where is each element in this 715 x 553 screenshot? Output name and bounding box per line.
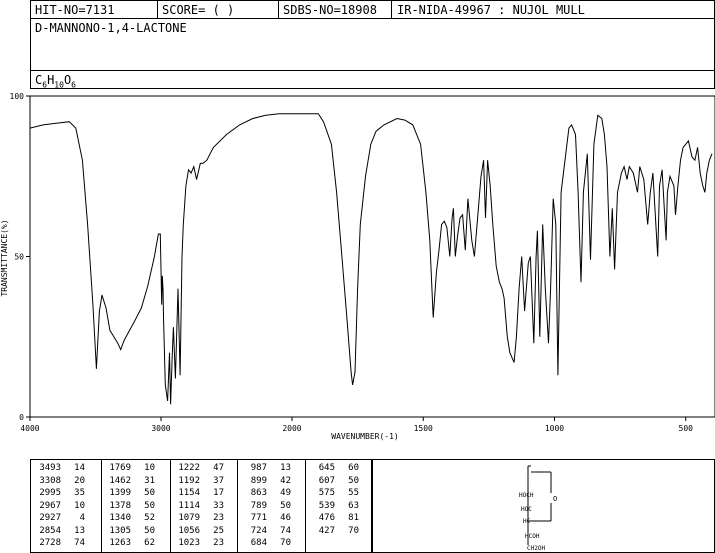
peak-transmittance: 31 [144, 475, 155, 486]
peak-wavenumber: 2854 [39, 525, 61, 536]
peak-wavenumber: 1056 [178, 525, 200, 536]
structure-label: HOC [521, 506, 532, 513]
peak-transmittance: 74 [280, 525, 291, 536]
peak-wavenumber: 2967 [39, 500, 61, 511]
peak-transmittance: 33 [213, 500, 224, 511]
peak-transmittance: 81 [348, 513, 359, 523]
y-axis-label: TRANSMITTANCE(%) [0, 219, 9, 296]
peak-wavenumber: 1340 [109, 513, 131, 523]
peak-wavenumber: 1399 [109, 488, 131, 498]
peak-col-divider [101, 460, 102, 552]
peak-transmittance: 52 [144, 513, 155, 523]
peak-transmittance: 63 [348, 500, 359, 511]
peak-wavenumber: 1114 [178, 500, 200, 511]
structure-box: O HOCH HOC HC HCOH CH2OH [372, 459, 715, 553]
x-tick-label: 2000 [282, 424, 301, 433]
structure-label: O [553, 495, 557, 503]
peak-wavenumber: 1378 [109, 500, 131, 511]
structure-label: HCOH [525, 533, 540, 540]
x-tick-label: 1000 [545, 424, 564, 433]
x-tick-group: 4000 3000 2000 1500 1000 500 [20, 417, 693, 433]
peak-transmittance: 35 [74, 488, 85, 498]
y-tick-label: 100 [10, 92, 25, 101]
peak-transmittance: 55 [348, 488, 359, 498]
peak-wavenumber: 789 [250, 500, 267, 511]
ir-spectrum-chart: 0 50 100 4000 3000 2000 1500 1000 500 WAVENUMBE… [0, 92, 715, 441]
peak-wavenumber: 1769 [109, 463, 131, 473]
peak-transmittance: 62 [144, 538, 155, 548]
peak-wavenumber: 2728 [39, 538, 61, 548]
peak-wavenumber: 899 [250, 475, 267, 486]
x-tick-label: 4000 [20, 424, 39, 433]
peak-wavenumber: 1192 [178, 475, 200, 486]
peak-transmittance: 70 [280, 538, 291, 548]
x-tick-label: 500 [679, 424, 694, 433]
peak-wavenumber: 771 [250, 513, 267, 523]
peak-transmittance: 10 [74, 500, 85, 511]
y-tick-label: 0 [19, 413, 24, 422]
peak-transmittance: 23 [213, 513, 224, 523]
peak-transmittance: 50 [144, 488, 155, 498]
spectrum-line [29, 113, 713, 405]
peak-wavenumber: 1263 [109, 538, 131, 548]
peak-wavenumber: 427 [318, 525, 335, 536]
peak-wavenumber: 2995 [39, 488, 61, 498]
peak-transmittance: 50 [280, 500, 291, 511]
structure-label: HC [523, 518, 531, 525]
peak-transmittance: 14 [74, 463, 85, 473]
peak-wavenumber: 1222 [178, 463, 200, 473]
peak-col-divider [170, 460, 171, 552]
peak-transmittance: 17 [213, 488, 224, 498]
peak-transmittance: 50 [144, 500, 155, 511]
peak-col-divider [305, 460, 306, 552]
plot-frame [29, 95, 715, 418]
peak-wavenumber: 3493 [39, 463, 61, 473]
structure-label: CH2OH [527, 545, 545, 552]
peak-wavenumber: 575 [318, 488, 335, 498]
peak-transmittance: 50 [144, 525, 155, 536]
x-tick-label: 1500 [414, 424, 433, 433]
peak-transmittance: 50 [348, 475, 359, 486]
peak-wavenumber: 724 [250, 525, 267, 536]
y-tick-label: 50 [14, 253, 24, 262]
peak-wavenumber: 863 [250, 488, 267, 498]
x-axis-label: WAVENUMBER(-1) [331, 432, 398, 441]
peak-transmittance: 20 [74, 475, 85, 486]
peak-transmittance: 46 [280, 513, 291, 523]
peak-wavenumber: 1462 [109, 475, 131, 486]
peak-wavenumber: 645 [318, 463, 335, 473]
peak-transmittance: 4 [79, 513, 85, 523]
peak-wavenumber: 539 [318, 500, 335, 511]
peak-transmittance: 74 [74, 538, 85, 548]
peak-wavenumber: 3308 [39, 475, 61, 486]
peak-wavenumber: 987 [250, 463, 267, 473]
peak-transmittance: 42 [280, 475, 291, 486]
peak-table: 3493 14 3308 20 2995 35 2967 10 2927 4 2854 13 2728 7… [30, 459, 372, 553]
y-tick-group: 0 50 100 [10, 92, 30, 422]
peak-wavenumber: 1305 [109, 525, 131, 536]
x-tick-label: 3000 [151, 424, 170, 433]
peak-transmittance: 60 [348, 463, 359, 473]
peak-transmittance: 70 [348, 525, 359, 536]
peak-wavenumber: 607 [318, 475, 335, 486]
peak-wavenumber: 1154 [178, 488, 200, 498]
peak-transmittance: 10 [144, 463, 155, 473]
peak-transmittance: 13 [74, 525, 85, 536]
structure-label: HOCH [519, 492, 534, 499]
peak-wavenumber: 476 [318, 513, 335, 523]
peak-transmittance: 23 [213, 538, 224, 548]
peak-wavenumber: 2927 [39, 513, 61, 523]
structure-diagram: O HOCH HOC HC HCOH CH2OH [519, 465, 557, 552]
peak-transmittance: 25 [213, 525, 224, 536]
peak-wavenumber: 1079 [178, 513, 200, 523]
peak-transmittance: 37 [213, 475, 224, 486]
peak-transmittance: 13 [280, 463, 291, 473]
peak-transmittance: 47 [213, 463, 224, 473]
peak-col-divider [237, 460, 238, 552]
peak-wavenumber: 684 [250, 538, 267, 548]
peak-wavenumber: 1023 [178, 538, 200, 548]
peak-transmittance: 49 [280, 488, 291, 498]
